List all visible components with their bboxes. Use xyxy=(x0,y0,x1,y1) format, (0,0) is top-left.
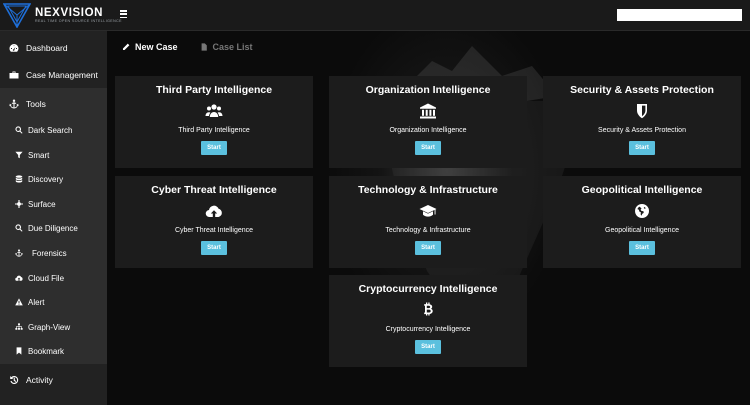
search-icon xyxy=(14,125,24,135)
card-title: Geopolitical Intelligence xyxy=(581,184,703,196)
top-bar: NEXVISION REAL TIME OPEN SOURCE INTELLIG… xyxy=(0,0,750,31)
sidebar-item-graph-view[interactable]: Graph-View xyxy=(0,321,107,333)
sidebar-item-case-management[interactable]: Case Management xyxy=(0,68,107,82)
sidebar-item-label: Activity xyxy=(26,375,53,385)
briefcase-icon xyxy=(8,69,20,81)
globe-icon xyxy=(633,202,651,219)
card-technology-infrastructure: Technology & Infrastructure Technology &… xyxy=(329,176,527,268)
sidebar-item-label: Graph-View xyxy=(28,322,71,332)
cloud-upload-icon xyxy=(14,273,24,283)
sidebar-item-cloud-file[interactable]: Cloud File xyxy=(0,272,107,284)
sidebar-item-surface[interactable]: Surface xyxy=(0,198,107,210)
bank-icon xyxy=(419,102,437,119)
card-subtitle: Cryptocurrency Intelligence xyxy=(385,326,471,333)
sidebar-item-label: Due Diligence xyxy=(28,223,78,233)
cloud-upload-icon xyxy=(205,202,223,219)
search-input[interactable] xyxy=(617,9,742,21)
logo[interactable]: NEXVISION REAL TIME OPEN SOURCE INTELLIG… xyxy=(3,3,122,28)
pencil-icon xyxy=(122,43,130,51)
sidebar-item-activity[interactable]: Activity xyxy=(0,373,107,387)
sidebar-item-label: Tools xyxy=(26,99,46,109)
card-title: Third Party Intelligence xyxy=(155,84,273,96)
start-button[interactable]: Start xyxy=(629,241,655,255)
dashboard-icon xyxy=(8,42,20,54)
sidebar-item-dark-search[interactable]: Dark Search xyxy=(0,124,107,136)
card-subtitle: Geopolitical Intelligence xyxy=(605,227,679,234)
warning-icon xyxy=(14,297,24,307)
sitemap-icon xyxy=(14,322,24,332)
card-title: Cryptocurrency Intelligence xyxy=(358,283,498,295)
menu-toggle-icon[interactable] xyxy=(120,10,127,19)
sidebar-item-label: Dashboard xyxy=(26,43,68,53)
tab-label: New Case xyxy=(135,42,178,52)
logo-subtitle: REAL TIME OPEN SOURCE INTELLIGENCE xyxy=(35,19,122,23)
file-icon xyxy=(201,43,207,51)
bitcoin-icon xyxy=(419,301,437,318)
history-icon xyxy=(8,374,20,386)
users-icon xyxy=(205,102,223,119)
app-window: NEXVISION REAL TIME OPEN SOURCE INTELLIG… xyxy=(0,0,750,405)
anchor-icon xyxy=(8,98,20,110)
start-button[interactable]: Start xyxy=(201,241,227,255)
shield-icon xyxy=(633,102,651,119)
anchor-icon xyxy=(14,248,24,258)
search-icon xyxy=(14,223,24,233)
logo-title: NEXVISION xyxy=(35,7,104,19)
bookmark-icon xyxy=(14,346,24,356)
tools-group: Tools Dark Search Smart Discovery Surfac… xyxy=(0,88,107,364)
card-third-party-intelligence: Third Party Intelligence Third Party Int… xyxy=(115,76,313,168)
start-button[interactable]: Start xyxy=(415,241,441,255)
sidebar-item-label: Bookmark xyxy=(28,346,65,356)
logo-mark-icon xyxy=(3,3,31,28)
card-cyber-threat-intelligence: Cyber Threat Intelligence Cyber Threat I… xyxy=(115,176,313,268)
sidebar-item-label: Dark Search xyxy=(28,125,73,135)
start-button[interactable]: Start xyxy=(415,340,441,354)
card-geopolitical-intelligence: Geopolitical Intelligence Geopolitical I… xyxy=(543,176,741,268)
sidebar-item-label: Cloud File xyxy=(28,273,65,283)
sidebar-item-label: Alert xyxy=(28,297,45,307)
sidebar-item-label: Smart xyxy=(28,150,50,160)
card-cryptocurrency-intelligence: Cryptocurrency Intelligence Cryptocurren… xyxy=(329,275,527,367)
sidebar-item-bookmark[interactable]: Bookmark xyxy=(0,345,107,357)
graduation-cap-icon xyxy=(419,202,437,219)
card-title: Technology & Infrastructure xyxy=(358,184,498,196)
sidebar-item-tools[interactable]: Tools xyxy=(0,97,107,111)
card-title: Cyber Threat Intelligence xyxy=(151,184,277,196)
card-security-assets-protection: Security & Assets Protection Security & … xyxy=(543,76,741,168)
card-subtitle: Security & Assets Protection xyxy=(598,127,686,134)
card-subtitle: Technology & Infrastructure xyxy=(385,227,471,234)
main-content: New Case Case List Third Party Intellige… xyxy=(107,31,750,405)
card-title: Security & Assets Protection xyxy=(570,84,714,96)
case-tabs: New Case Case List xyxy=(122,40,275,54)
crosshair-icon xyxy=(14,199,24,209)
sidebar-item-due-diligence[interactable]: Due Diligence xyxy=(0,222,107,234)
sidebar-item-label: Discovery xyxy=(28,174,64,184)
sidebar-item-discovery[interactable]: Discovery xyxy=(0,173,107,185)
card-subtitle: Organization Intelligence xyxy=(389,127,467,134)
card-subtitle: Cyber Threat Intelligence xyxy=(174,227,254,234)
sidebar-item-forensics[interactable]: Forensics xyxy=(0,247,107,259)
card-title: Organization Intelligence xyxy=(365,84,491,96)
card-organization-intelligence: Organization Intelligence Organization I… xyxy=(329,76,527,168)
sidebar-item-label: Case Management xyxy=(26,70,98,80)
sidebar-item-label: Forensics xyxy=(32,248,67,258)
start-button[interactable]: Start xyxy=(629,141,655,155)
sidebar: Dashboard Case Management Tools Dark Sea… xyxy=(0,31,107,405)
card-subtitle: Third Party Intelligence xyxy=(178,127,250,134)
filter-icon xyxy=(14,150,24,160)
start-button[interactable]: Start xyxy=(201,141,227,155)
sidebar-item-label: Surface xyxy=(28,199,56,209)
tab-case-list[interactable]: Case List xyxy=(200,42,253,52)
tab-new-case[interactable]: New Case xyxy=(122,42,178,52)
database-icon xyxy=(14,174,24,184)
sidebar-item-smart[interactable]: Smart xyxy=(0,149,107,161)
tab-label: Case List xyxy=(212,42,253,52)
sidebar-item-dashboard[interactable]: Dashboard xyxy=(0,41,107,55)
sidebar-item-alert[interactable]: Alert xyxy=(0,296,107,308)
start-button[interactable]: Start xyxy=(415,141,441,155)
